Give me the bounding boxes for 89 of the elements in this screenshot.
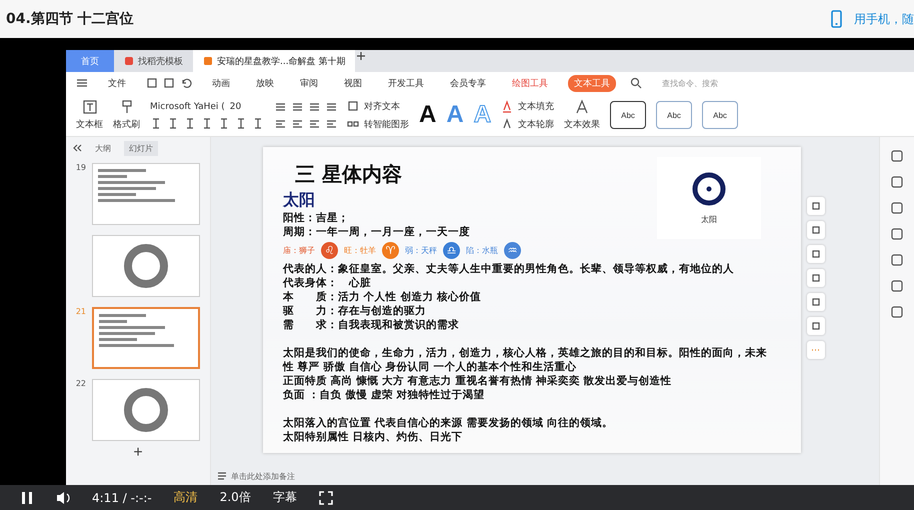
document-tab[interactable]: 找稻壳模板: [114, 50, 193, 72]
zoom-out-button[interactable]: [807, 197, 825, 215]
phone-icon: [829, 10, 844, 28]
align-right-icon[interactable]: [308, 118, 320, 130]
slide-text: 周期：一年一周，一月一座，一天一度: [283, 225, 470, 239]
dignity-label: 旺：牡羊: [344, 245, 376, 256]
sun-symbol-icon: [692, 172, 726, 206]
add-slide-button[interactable]: +: [127, 443, 149, 463]
panel-tab[interactable]: 幻灯片: [124, 140, 158, 156]
pause-icon[interactable]: [20, 490, 34, 506]
zodiac-symbol: ♌: [321, 242, 338, 259]
time-display: 4:11 / -:-:-: [92, 490, 152, 504]
dignity-label: 弱：天秤: [405, 245, 437, 256]
image-caption: 太阳: [701, 214, 717, 224]
speed-button[interactable]: 2.0倍: [220, 489, 251, 506]
menu-item[interactable]: 放映: [250, 74, 280, 92]
align-text-button[interactable]: 对齐文本: [364, 100, 400, 112]
notes-field[interactable]: 单击此处添加备注: [231, 470, 295, 482]
text-effect-button[interactable]: 文本效果: [564, 118, 600, 131]
slide-number: 21: [74, 307, 86, 316]
text-fill-button[interactable]: 文本填充: [518, 100, 554, 112]
video-title: 04.第四节 十二宫位: [6, 10, 134, 28]
text-fill-icon[interactable]: [501, 100, 514, 112]
align-left-icon[interactable]: [274, 118, 286, 130]
slide-text: 太阳特别属性 日核内、灼伤、日光下: [283, 430, 463, 444]
menu-item[interactable]: 文件: [102, 74, 132, 92]
bulb-button[interactable]: [807, 317, 825, 335]
notes-icon: [217, 471, 227, 481]
collapse-icon[interactable]: [72, 143, 82, 153]
text-outline-icon[interactable]: [501, 118, 514, 130]
panel-tab[interactable]: 大纲: [90, 140, 116, 156]
slide-thumbnail[interactable]: [92, 379, 200, 441]
slide-text: 太阳落入的宫位置 代表自信心的来源 需要发扬的领域 向往的领域。: [283, 416, 613, 430]
menu-item[interactable]: 绘图工具: [506, 74, 554, 92]
layers-button[interactable]: [807, 221, 825, 239]
menu-icon[interactable]: [76, 77, 88, 89]
slide-text: 负面 ：自负 傲慢 虚荣 对独特性过于渴望: [283, 388, 486, 402]
slide-text: 代表身体： 心脏: [283, 276, 371, 290]
font-name-dropdown[interactable]: Microsoft YaHei (: [150, 102, 225, 112]
bullet-list-icon[interactable]: [274, 100, 286, 112]
text-box-icon[interactable]: [82, 99, 98, 115]
slide-text: 正面特质 高尚 慷慨 大方 有意志力 重视名誉有热情 神采奕奕 散发出爱与创造性: [283, 374, 673, 388]
justify-icon[interactable]: [325, 118, 337, 130]
menu-item[interactable]: 审阅: [294, 74, 324, 92]
shape-style-option[interactable]: Abc: [656, 101, 692, 129]
smart-art-button[interactable]: 转智能图形: [364, 118, 409, 130]
text-box-button[interactable]: 文本框: [76, 118, 103, 131]
shape-button[interactable]: [807, 269, 825, 287]
slide-number: 19: [74, 163, 86, 172]
zodiac-symbol: ♈: [382, 242, 399, 259]
slide-text: 太阳是我们的使命，生命力，活力，创造力，核心人格，英雄之旅的目的和目标。阳性的面向，未来性 尊严 骄傲 自信心 身份认同 一个人的基本个性和生活重心: [283, 346, 768, 374]
fullscreen-icon[interactable]: [318, 490, 333, 504]
slide-text: 阳性：吉星；: [283, 211, 349, 225]
menu-item[interactable]: 会员专享: [444, 74, 492, 92]
slide-thumbnail[interactable]: [92, 235, 200, 297]
menu-item[interactable]: 开发工具: [382, 74, 430, 92]
slide-thumbnail[interactable]: [92, 307, 200, 369]
zodiac-symbol: ♎: [443, 242, 460, 259]
volume-icon[interactable]: [56, 490, 70, 506]
slide-text: 代表的人：象征皇室。父亲、丈夫等人生中重要的男性角色。长辈、领导等权威，有地位的人: [283, 262, 734, 276]
dignity-label: 庙：狮子: [283, 245, 315, 256]
slide-thumbnail[interactable]: [92, 163, 200, 225]
align-center-icon[interactable]: [291, 118, 303, 130]
slide-number: 22: [74, 379, 86, 388]
slide-title: 三 星体内容: [295, 161, 403, 188]
text-style-option[interactable]: A: [419, 101, 436, 129]
font-size-dropdown[interactable]: 20: [230, 102, 242, 112]
slides-file-icon: [203, 56, 213, 66]
subtitles-button[interactable]: 字幕: [272, 489, 297, 506]
shape-style-option[interactable]: Abc: [610, 101, 646, 129]
pen-button[interactable]: [807, 245, 825, 263]
frame-button[interactable]: [807, 293, 825, 311]
document-tab[interactable]: 安瑞的星盘教学...命解盘 第十期: [193, 50, 356, 72]
menu-item[interactable]: 视图: [338, 74, 368, 92]
format-painter-button[interactable]: 格式刷: [113, 118, 140, 131]
template-icon: [124, 56, 134, 66]
dignity-label: 陷：水瓶: [466, 245, 498, 256]
text-outline-button[interactable]: 文本轮廓: [518, 118, 554, 130]
slide-text: 需 求：自我表现和被赏识的需求: [283, 318, 459, 332]
planet-heading: 太阳: [283, 190, 316, 211]
shape-style-option[interactable]: Abc: [702, 101, 738, 129]
search-icon[interactable]: [630, 77, 642, 89]
menu-item[interactable]: 动画: [206, 74, 236, 92]
undo-icon[interactable]: [180, 77, 192, 89]
slide-text: 本 质：活力 个人性 创造力 核心价值: [283, 290, 481, 304]
quality-button[interactable]: 高清: [174, 489, 198, 506]
zodiac-symbol: ♒: [504, 242, 521, 259]
text-effect-icon[interactable]: [574, 99, 590, 115]
slide-text: 驱 力：存在与创造的驱力: [283, 304, 426, 318]
